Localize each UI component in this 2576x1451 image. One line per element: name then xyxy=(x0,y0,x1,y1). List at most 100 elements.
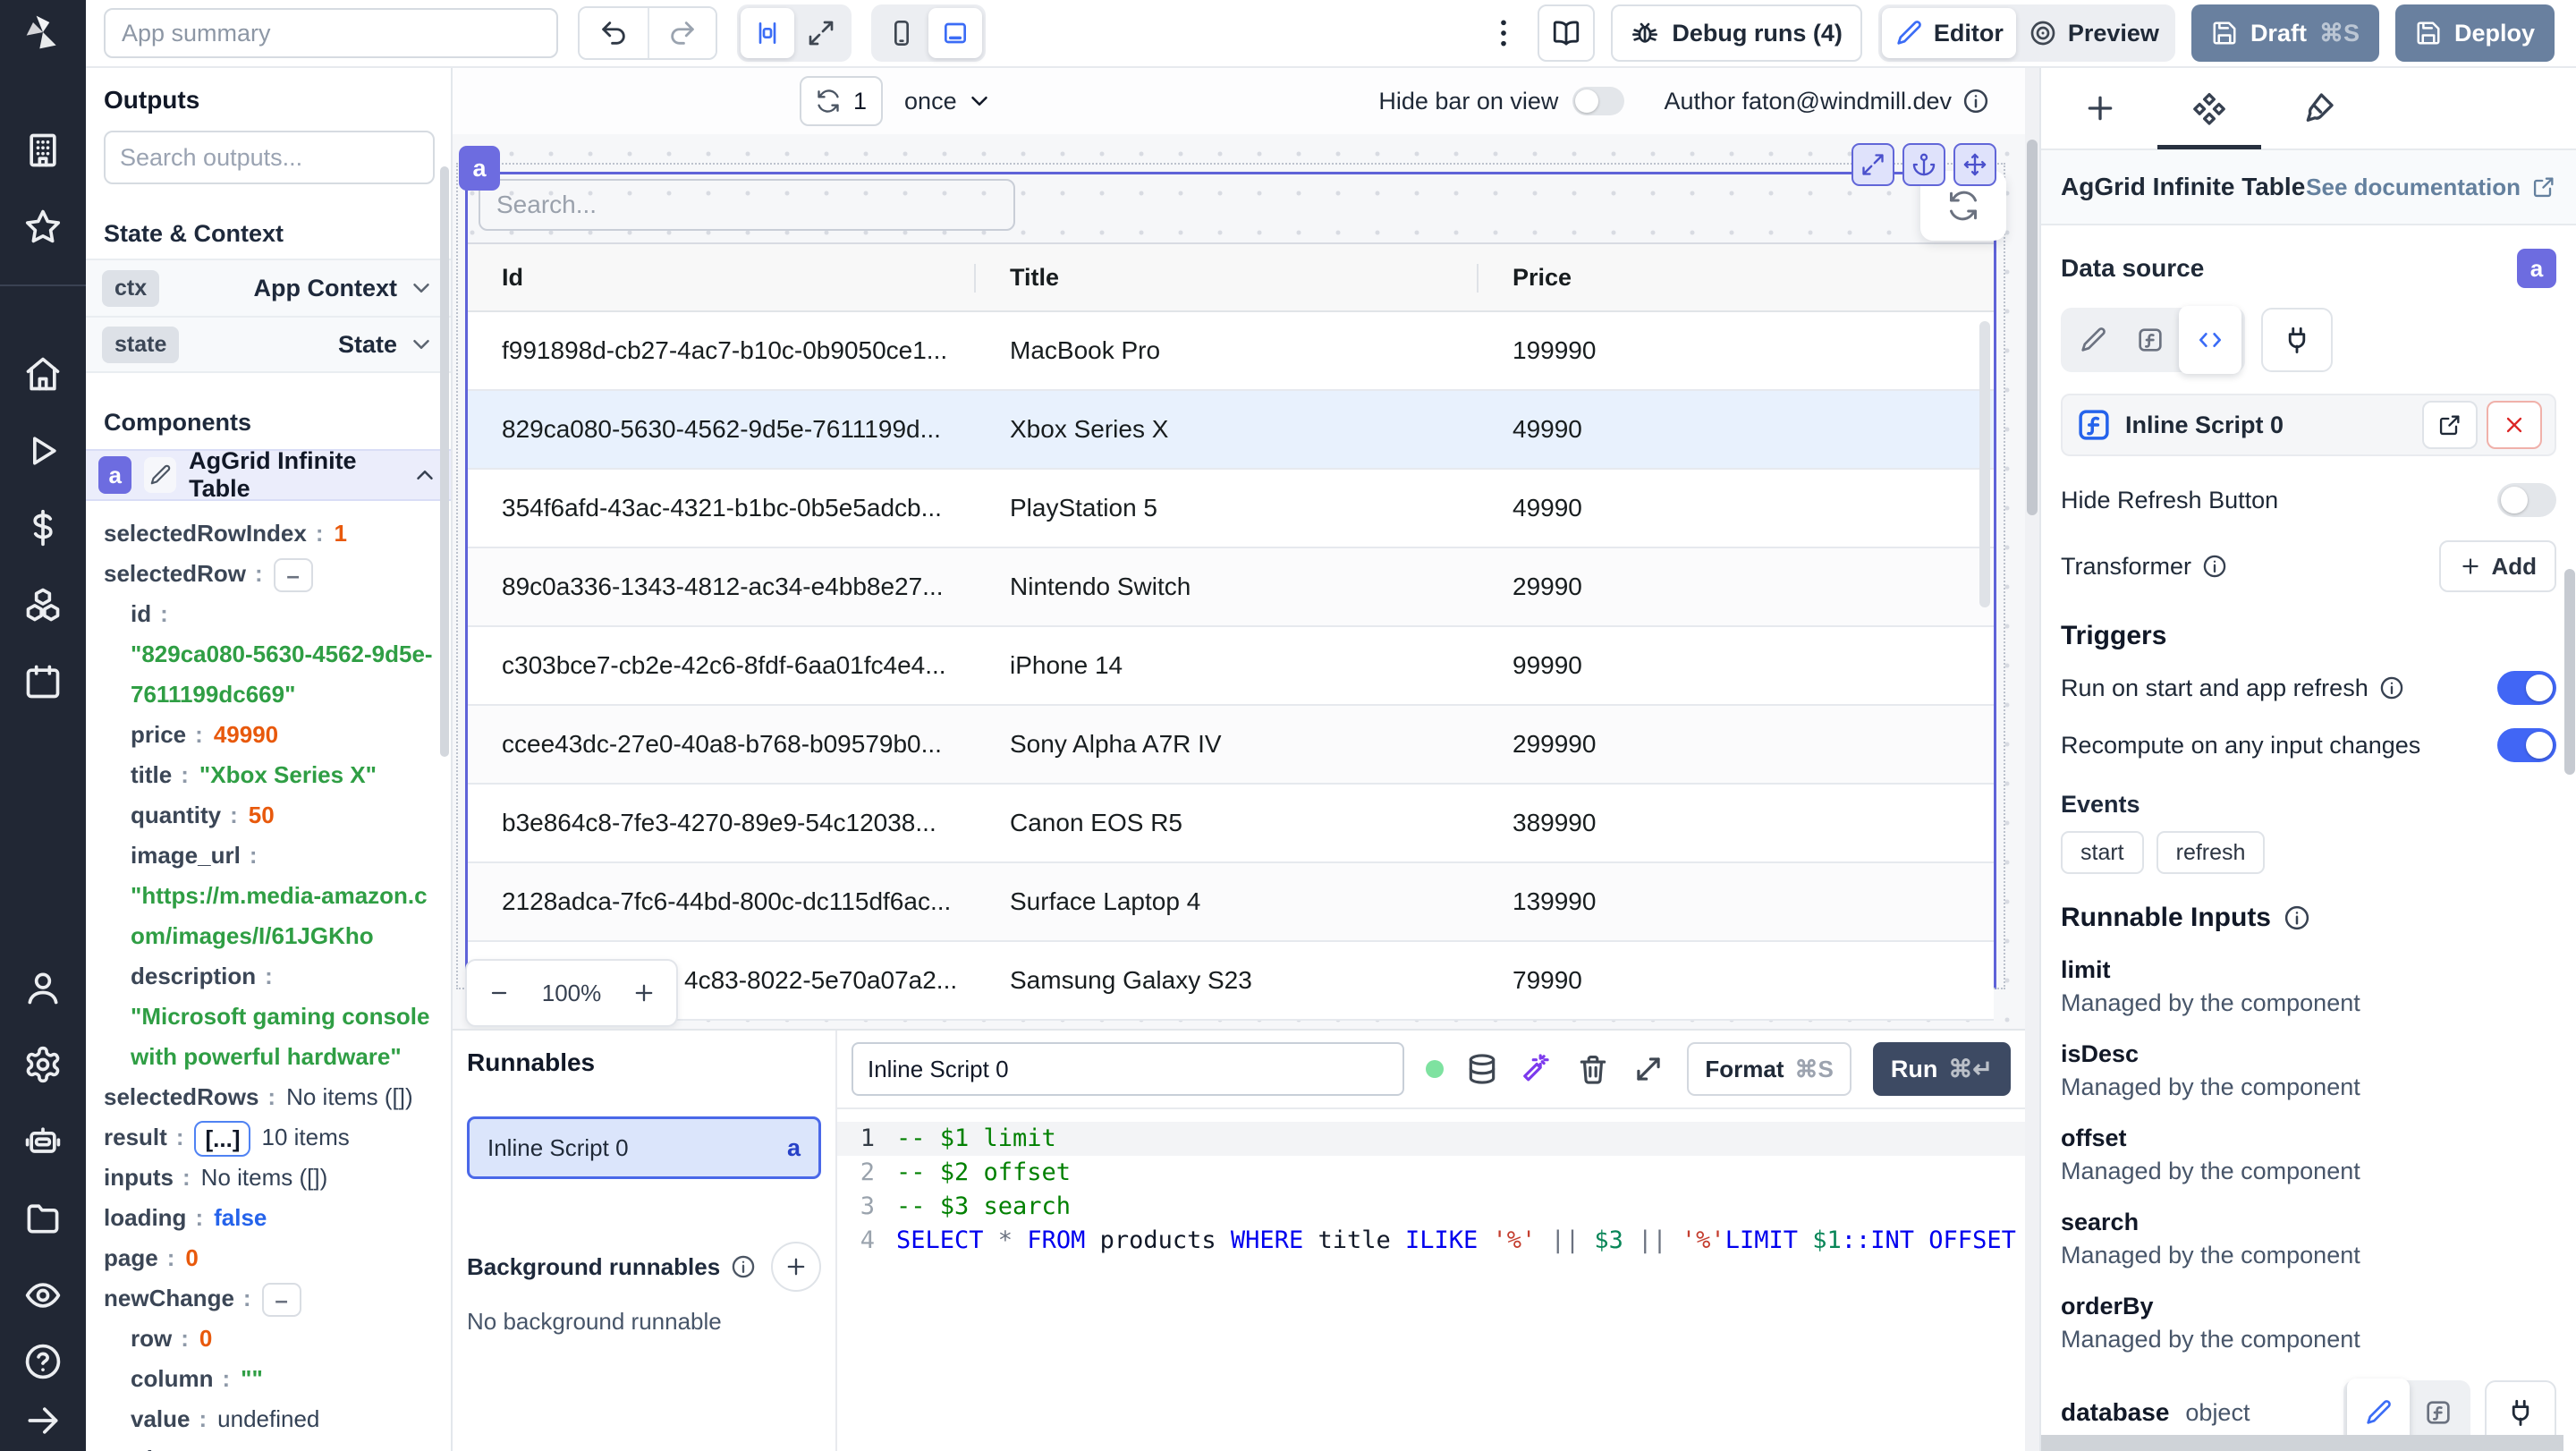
workspace-icon[interactable] xyxy=(23,131,63,170)
collapse-toggle[interactable]: – xyxy=(273,558,313,593)
folders-icon[interactable] xyxy=(23,1199,63,1238)
output-tree-row[interactable]: image_url: "https://m.media-amazon.com/im… xyxy=(104,836,433,956)
app-summary-input[interactable] xyxy=(104,8,558,58)
table-scrollbar[interactable] xyxy=(1979,321,1990,607)
event-chip-refresh[interactable]: refresh xyxy=(2156,831,2266,874)
search-outputs-input[interactable] xyxy=(104,131,435,184)
anchor-component-button[interactable] xyxy=(1902,143,1945,186)
audit-logs-icon[interactable] xyxy=(23,1276,63,1315)
table-header-title[interactable]: Title xyxy=(976,244,1479,310)
mobile-view-button[interactable] xyxy=(875,8,928,58)
output-tree-row[interactable]: description: "Microsoft gaming console wi… xyxy=(104,956,433,1077)
trigger-toggle[interactable] xyxy=(2497,671,2556,705)
hide-bar-toggle[interactable] xyxy=(1572,87,1625,115)
template-button[interactable] xyxy=(2122,311,2179,369)
collapse-toggle[interactable]: – xyxy=(261,1283,301,1318)
table-header-price[interactable]: Price xyxy=(1479,244,1994,310)
run-button[interactable]: Run ⌘↵ xyxy=(1872,1042,2011,1096)
info-icon[interactable] xyxy=(2284,904,2310,931)
table-row[interactable]: f991898d-cb27-4ac7-b10c-0b9050ce1... MacB… xyxy=(468,312,1994,391)
debug-runs-button[interactable]: Debug runs (4) xyxy=(1611,4,1862,62)
hide-refresh-toggle[interactable] xyxy=(2497,483,2556,517)
code-line[interactable]: 1 -- $1 limit xyxy=(837,1122,2025,1156)
info-icon[interactable] xyxy=(2379,675,2404,700)
insert-component-tab[interactable] xyxy=(2082,90,2118,126)
output-tree-row[interactable]: row:0 xyxy=(104,1319,433,1359)
context-row-ctx[interactable]: ctx App Context xyxy=(86,259,451,316)
table-row[interactable]: 354f6afd-43ac-4321-b1bc-0b5e5adcb... Play… xyxy=(468,470,1994,548)
table-row[interactable]: ccee43dc-27e0-40a8-b768-b09579b0... Sony … xyxy=(468,706,1994,785)
info-icon[interactable] xyxy=(1962,88,1989,115)
delete-script-icon[interactable] xyxy=(1576,1052,1610,1086)
outputs-scrollbar[interactable] xyxy=(440,166,449,757)
expand-component-button[interactable] xyxy=(1852,143,1894,186)
windmill-logo-icon[interactable] xyxy=(23,13,63,52)
workers-icon[interactable] xyxy=(23,1122,63,1161)
add-background-runnable-button[interactable] xyxy=(771,1242,821,1292)
more-menu-icon[interactable] xyxy=(1486,15,1521,51)
deploy-button[interactable]: Deploy xyxy=(2394,4,2555,62)
editor-tab[interactable]: Editor xyxy=(1881,8,2016,58)
output-tree-row[interactable]: page:0 xyxy=(104,1238,433,1278)
undo-button[interactable] xyxy=(580,8,648,58)
aggrid-component[interactable]: a IdTitlePrice f991898d-cb27-4ac7-b10c-0… xyxy=(456,143,2006,1021)
zoom-out-button[interactable] xyxy=(467,961,531,1025)
connect-button[interactable] xyxy=(2261,308,2333,372)
output-tree-row[interactable]: selectedRowIndex:1 xyxy=(104,513,433,554)
output-tree-row[interactable]: column: "" xyxy=(104,1359,433,1399)
remove-script-button[interactable] xyxy=(2487,401,2542,449)
format-button[interactable]: Format ⌘S xyxy=(1687,1042,1852,1096)
event-chip-start[interactable]: start xyxy=(2061,831,2144,874)
output-tree-row[interactable]: id: "829ca080-5630-4562-9d5e-7611199dc669… xyxy=(104,594,433,715)
refresh-count-button[interactable]: 1 xyxy=(800,76,884,126)
zoom-in-button[interactable] xyxy=(612,961,676,1025)
add-transformer-button[interactable]: Add xyxy=(2439,540,2556,592)
move-component-button[interactable] xyxy=(1953,143,1996,186)
info-icon[interactable] xyxy=(731,1254,756,1279)
app-canvas[interactable]: a IdTitlePrice f991898d-cb27-4ac7-b10c-0… xyxy=(453,134,2025,1029)
sql-code-editor[interactable]: 1 -- $1 limit 2 -- $2 offset 3 -- $3 search 4 S… xyxy=(837,1109,2025,1451)
expand-editor-icon[interactable] xyxy=(1631,1052,1665,1086)
variables-icon[interactable] xyxy=(23,508,63,547)
docs-button[interactable] xyxy=(1538,4,1596,62)
output-tree-row[interactable]: value: undefined xyxy=(104,1399,433,1439)
output-tree-row[interactable]: selectedRows: No items ([]) xyxy=(104,1077,433,1117)
resources-icon[interactable] xyxy=(23,585,63,624)
desktop-view-button[interactable] xyxy=(928,8,982,58)
runnable-item-inline-script-0[interactable]: Inline Script 0 a xyxy=(467,1116,821,1179)
component-output-header[interactable]: a AgGrid Infinite Table xyxy=(86,447,451,502)
info-icon[interactable] xyxy=(2202,554,2227,579)
draft-button[interactable]: Draft ⌘S xyxy=(2190,4,2379,62)
runs-icon[interactable] xyxy=(23,431,63,471)
ai-wand-icon[interactable] xyxy=(1521,1052,1555,1086)
output-tree-row[interactable]: loading: false xyxy=(104,1198,433,1238)
output-tree-row[interactable]: inputs: No items ([]) xyxy=(104,1158,433,1198)
code-line[interactable]: 3 -- $3 search xyxy=(837,1190,2025,1224)
output-tree-row[interactable]: title: "Xbox Series X" xyxy=(104,755,433,795)
trigger-toggle[interactable] xyxy=(2497,728,2556,762)
table-row[interactable]: 829ca080-5630-4562-9d5e-7611199d... Xbox … xyxy=(468,391,1994,470)
help-icon[interactable] xyxy=(23,1342,63,1381)
static-value-button[interactable] xyxy=(2064,311,2122,369)
script-name-input[interactable] xyxy=(852,1042,1405,1096)
output-tree-row[interactable]: newChange: – xyxy=(104,1278,433,1319)
expand-array-button[interactable]: [...] xyxy=(194,1121,251,1158)
schedules-icon[interactable] xyxy=(23,662,63,701)
database-icon[interactable] xyxy=(1465,1052,1499,1086)
settings-icon[interactable] xyxy=(23,1045,63,1084)
home-icon[interactable] xyxy=(23,354,63,394)
eval-code-button[interactable] xyxy=(2179,306,2241,374)
code-line[interactable]: 2 -- $2 offset xyxy=(837,1156,2025,1190)
rename-component-button[interactable] xyxy=(144,457,177,493)
code-line[interactable]: 4 SELECT * FROM products WHERE title ILIK… xyxy=(837,1224,2025,1258)
table-row[interactable]: c303bce7-cb2e-42c6-8fdf-6aa01fc4e4... iPh… xyxy=(468,627,1994,706)
favorites-icon[interactable] xyxy=(23,208,63,247)
users-icon[interactable] xyxy=(23,968,63,1007)
table-row[interactable]: b3e864c8-7fe3-4270-89e9-54c12038... Canon… xyxy=(468,785,1994,863)
output-tree-row[interactable]: result: [...] 10 items xyxy=(104,1117,433,1158)
open-script-button[interactable] xyxy=(2422,401,2478,449)
table-row[interactable]: 4c83-8022-5e70a07a2... Samsung Galaxy S23… xyxy=(468,942,1994,1021)
chevron-up-icon[interactable] xyxy=(411,462,438,488)
component-settings-tab[interactable] xyxy=(2157,90,2261,149)
component-id-badge[interactable]: a xyxy=(459,146,500,191)
